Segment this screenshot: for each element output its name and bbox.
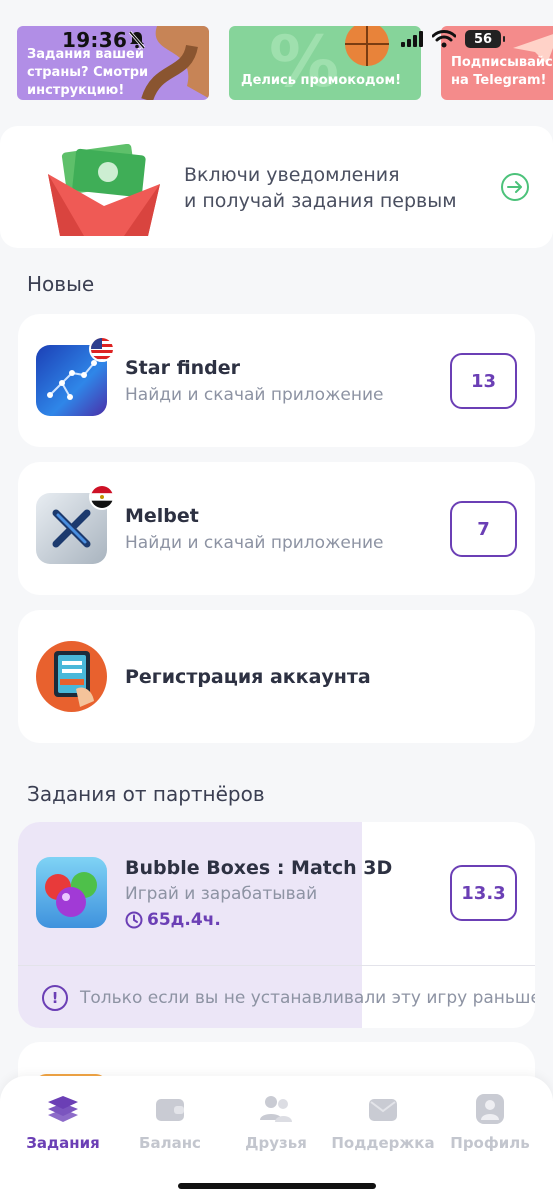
- tab-friends[interactable]: Друзья: [221, 1094, 331, 1152]
- timer-value: 65д.4ч.: [147, 910, 221, 930]
- home-indicator[interactable]: [178, 1183, 376, 1189]
- tasks-icon: [46, 1094, 80, 1124]
- task-card-melbet[interactable]: Melbet Найди и скачай приложение 7: [18, 462, 535, 595]
- money-envelope-icon: [48, 144, 160, 236]
- status-time: 19:36: [62, 28, 128, 52]
- task-subtitle: Найди и скачай приложение: [125, 385, 384, 405]
- tab-label: Задания: [26, 1134, 100, 1152]
- partner-task-subtitle: Играй и зарабатывай: [125, 884, 318, 904]
- tab-support[interactable]: Поддержка: [328, 1094, 438, 1152]
- wallet-icon: [153, 1094, 187, 1124]
- egypt-flag-icon: [89, 484, 115, 510]
- arrow-right-circle-icon[interactable]: [500, 172, 530, 202]
- tab-label: Поддержка: [331, 1134, 435, 1152]
- task-card-star-finder[interactable]: Star finder Найди и скачай приложение 13: [18, 314, 535, 447]
- friends-icon: [259, 1094, 293, 1124]
- notification-text: Включи уведомления и получай задания пер…: [184, 162, 457, 214]
- reward-badge: 13: [450, 353, 517, 409]
- section-title-new: Новые: [27, 272, 95, 296]
- reward-badge: 13.3: [450, 865, 517, 921]
- partner-task-timer: 65д.4ч.: [125, 910, 221, 930]
- partner-card-divider: [18, 965, 535, 966]
- notification-line-2: и получай задания первым: [184, 190, 457, 212]
- task-title: Melbet: [125, 505, 199, 527]
- battery-indicator: 56: [465, 30, 505, 48]
- tab-balance[interactable]: Баланс: [115, 1094, 225, 1152]
- reward-badge: 7: [450, 501, 517, 557]
- tab-label: Друзья: [245, 1134, 307, 1152]
- status-bar: 19:36 56: [0, 26, 553, 56]
- notification-line-1: Включи уведомления: [184, 164, 400, 186]
- bell-muted-icon: [128, 31, 146, 49]
- registration-icon: [36, 641, 107, 712]
- bubble-boxes-app-icon: [36, 857, 107, 928]
- partner-task-note: ! Только если вы не устанавливали эту иг…: [42, 985, 535, 1011]
- partner-task-card[interactable]: Bubble Boxes : Match 3D Играй и зарабаты…: [18, 822, 535, 1028]
- tab-label: Баланс: [139, 1134, 201, 1152]
- partner-task-title: Bubble Boxes : Match 3D: [125, 857, 393, 879]
- wifi-icon: [432, 30, 456, 48]
- task-title: Регистрация аккаунта: [125, 666, 371, 688]
- us-flag-icon: [89, 336, 115, 362]
- info-icon: !: [42, 985, 68, 1011]
- bottom-tab-bar: Задания Баланс Друзья Поддержка Профиль: [0, 1076, 553, 1200]
- partner-note-text: Только если вы не устанавливали эту игру…: [80, 988, 535, 1008]
- support-icon: [366, 1094, 400, 1124]
- tab-profile[interactable]: Профиль: [435, 1094, 545, 1152]
- notification-prompt-card[interactable]: Включи уведомления и получай задания пер…: [0, 126, 553, 248]
- cellular-signal-icon: [401, 31, 423, 47]
- task-title: Star finder: [125, 357, 241, 379]
- tab-label: Профиль: [450, 1134, 530, 1152]
- clock-icon: [125, 911, 143, 929]
- tab-tasks[interactable]: Задания: [8, 1094, 118, 1152]
- status-indicators: 56: [401, 30, 505, 48]
- task-subtitle: Найди и скачай приложение: [125, 533, 384, 553]
- section-title-partners: Задания от партнёров: [27, 782, 265, 806]
- profile-icon: [473, 1094, 507, 1124]
- task-card-registration[interactable]: Регистрация аккаунта: [18, 610, 535, 743]
